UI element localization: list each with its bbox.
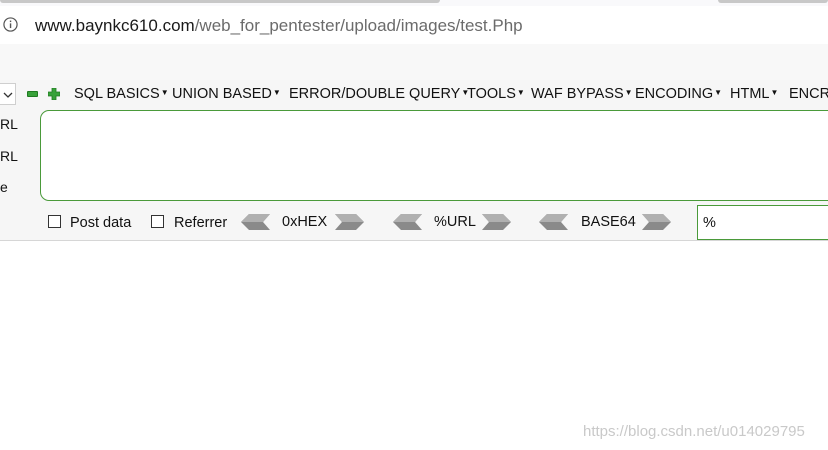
referrer-checkbox[interactable]	[151, 215, 164, 228]
menu-tools[interactable]: TOOLS▼	[467, 86, 525, 102]
caret-down-icon: ▼	[714, 88, 723, 97]
url-host: www.baynkc610.com	[35, 16, 195, 35]
menu-encryption[interactable]: ENCRY	[789, 86, 828, 102]
address-bar[interactable]: www.baynkc610.com/web_for_pentester/uplo…	[0, 6, 828, 45]
side-label-load-url[interactable]: RL	[0, 116, 18, 132]
caret-down-icon: ▼	[160, 88, 169, 97]
menu-error-double-query[interactable]: ERROR/DOUBLE QUERY▼	[289, 86, 469, 102]
base64-encode-arrow-icon[interactable]	[642, 214, 671, 230]
menu-label: TOOLS	[467, 86, 516, 102]
menu-label: SQL BASICS	[74, 86, 160, 102]
post-data-label[interactable]: Post data	[70, 215, 131, 231]
caret-down-icon: ▼	[272, 88, 281, 97]
menu-label: HTML	[730, 86, 770, 102]
menu-label: ENCRY	[789, 86, 828, 102]
menu-waf-bypass[interactable]: WAF BYPASS▼	[531, 86, 633, 102]
caret-down-icon: ▼	[770, 88, 779, 97]
menu-label: ENCODING	[635, 86, 714, 102]
menu-label: WAF BYPASS	[531, 86, 624, 102]
url-decode-arrow-icon[interactable]	[393, 214, 422, 230]
watermark: https://blog.csdn.net/u014029795	[583, 423, 805, 440]
increase-icon[interactable]	[48, 88, 60, 100]
menu-label: ERROR/DOUBLE QUERY	[289, 86, 461, 102]
menu-sql-basics[interactable]: SQL BASICS▼	[74, 86, 169, 102]
base64-decode-arrow-icon[interactable]	[539, 214, 568, 230]
tab-edge-left	[0, 0, 440, 3]
side-label-split-url[interactable]: RL	[0, 148, 18, 164]
url-textarea[interactable]	[40, 110, 828, 201]
hex-decode-arrow-icon[interactable]	[241, 214, 270, 230]
hackbar-top-gap	[0, 44, 828, 80]
side-label-execute[interactable]: e	[0, 179, 8, 195]
caret-down-icon: ▼	[516, 88, 525, 97]
hex-encode-arrow-icon[interactable]	[335, 214, 364, 230]
url-encode-arrow-icon[interactable]	[482, 214, 511, 230]
info-icon[interactable]	[3, 17, 18, 32]
hex-label: 0xHEX	[282, 214, 328, 230]
base64-label: BASE64	[581, 214, 636, 230]
menu-html[interactable]: HTML▼	[730, 86, 778, 102]
conversion-result-input[interactable]: %	[697, 205, 828, 240]
url-label: %URL	[434, 214, 476, 230]
caret-down-icon: ▼	[624, 88, 633, 97]
post-data-checkbox[interactable]	[48, 215, 61, 228]
decrease-icon[interactable]	[27, 91, 38, 97]
menu-label: UNION BASED	[172, 86, 272, 102]
chevron-down-icon[interactable]	[0, 83, 16, 105]
referrer-label[interactable]: Referrer	[174, 215, 227, 231]
url-text[interactable]: www.baynkc610.com/web_for_pentester/uplo…	[35, 16, 523, 36]
url-path: /web_for_pentester/upload/images/test.Ph…	[194, 16, 523, 35]
menu-encoding[interactable]: ENCODING▼	[635, 86, 722, 102]
tab-edge-right	[718, 0, 828, 3]
menu-union-based[interactable]: UNION BASED▼	[172, 86, 281, 102]
